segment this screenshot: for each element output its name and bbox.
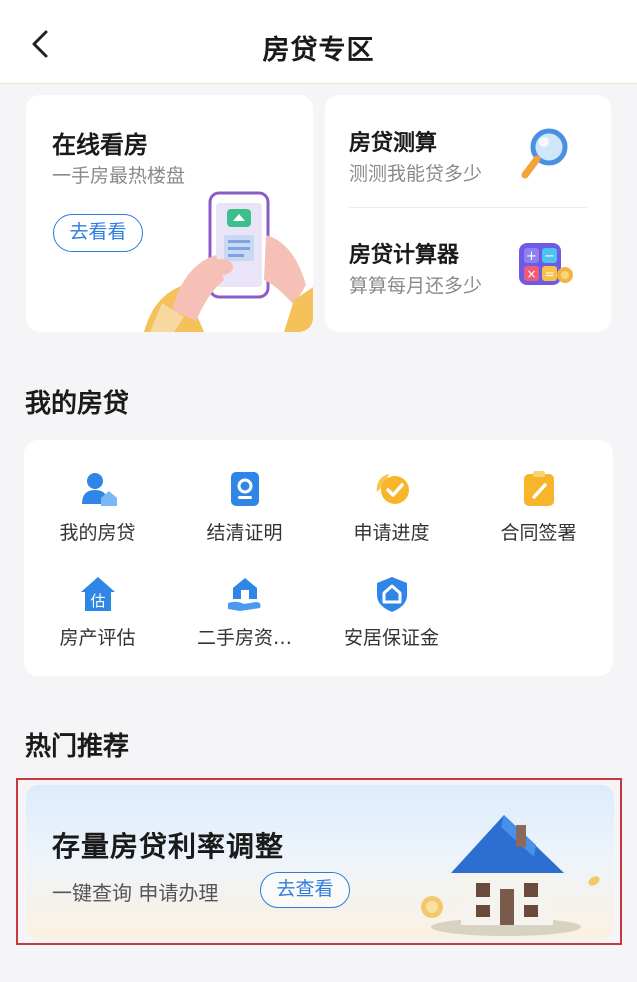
loan-tools-card: 房贷测算 测测我能贷多少 房贷计算器 算算每月还多少 + − × = <box>325 95 611 332</box>
my-loan-label: 我的房贷 <box>59 522 136 544</box>
settlement-certificate-label: 结清证明 <box>206 522 283 544</box>
magnifier-icon <box>521 128 568 179</box>
online-viewing-card[interactable]: 在线看房 一手房最热楼盘 去看看 <box>26 95 313 332</box>
house-hand-icon <box>228 578 261 611</box>
svg-text:×: × <box>526 267 536 281</box>
page-title: 房贷专区 <box>262 35 375 66</box>
svg-text:估: 估 <box>90 592 105 610</box>
online-viewing-title: 在线看房 <box>52 131 148 159</box>
calculator-icon: + − × = <box>519 243 573 285</box>
housing-deposit-label: 安居保证金 <box>343 627 439 649</box>
house-illustration <box>421 815 600 936</box>
property-valuation-label: 房产评估 <box>59 627 136 649</box>
top-bar: 房贷专区 <box>0 0 637 84</box>
svg-text:=: = <box>544 267 554 281</box>
svg-text:+: + <box>526 249 537 264</box>
clipboard-sign-icon <box>524 471 554 506</box>
application-progress-item[interactable]: 申请进度 <box>318 470 465 560</box>
property-valuation-item[interactable]: 估 房产评估 <box>24 575 171 665</box>
house-evaluate-icon: 估 <box>81 577 115 611</box>
my-loan-section-title: 我的房贷 <box>25 389 130 419</box>
phone-in-hands-illustration <box>144 191 313 332</box>
online-viewing-subtitle: 一手房最热楼盘 <box>52 165 186 187</box>
application-progress-label: 申请进度 <box>353 522 430 544</box>
contract-signing-item[interactable]: 合同签署 <box>465 470 612 560</box>
loan-estimate-subtitle: 测测我能贷多少 <box>349 163 483 185</box>
go-see-button[interactable]: 去看看 <box>53 214 143 252</box>
rate-adjustment-subtitle: 一键查询 申请办理 <box>52 881 219 905</box>
user-house-icon <box>82 473 117 506</box>
shield-house-icon <box>377 577 407 612</box>
check-progress-icon <box>376 474 409 504</box>
my-loan-item[interactable]: 我的房贷 <box>24 470 171 560</box>
rate-adjustment-title: 存量房贷利率调整 <box>52 830 285 863</box>
certificate-icon <box>231 472 259 506</box>
rate-adjustment-highlight: 存量房贷利率调整 一键查询 申请办理 去查看 <box>16 778 622 945</box>
my-loan-card: 我的房贷 结清证明 申请进度 合同签署 估 房产评估 二手房资… 安居保证金 <box>24 440 613 676</box>
svg-text:−: − <box>544 249 555 264</box>
rate-adjustment-banner[interactable]: 存量房贷利率调整 一键查询 申请办理 去查看 <box>26 785 614 939</box>
second-hand-house-item[interactable]: 二手房资… <box>171 575 318 665</box>
go-check-button[interactable]: 去查看 <box>260 872 350 908</box>
second-hand-house-label: 二手房资… <box>196 627 292 649</box>
hot-recommend-section-title: 热门推荐 <box>25 732 130 762</box>
contract-signing-label: 合同签署 <box>500 522 577 544</box>
loan-calculator-subtitle: 算算每月还多少 <box>349 275 483 297</box>
loan-estimate-title: 房贷测算 <box>349 131 438 156</box>
loan-estimate-entry[interactable]: 房贷测算 测测我能贷多少 <box>325 95 611 207</box>
housing-deposit-item[interactable]: 安居保证金 <box>318 575 465 665</box>
loan-calculator-entry[interactable]: 房贷计算器 算算每月还多少 + − × = <box>325 207 611 319</box>
loan-calculator-title: 房贷计算器 <box>349 243 460 268</box>
settlement-certificate-item[interactable]: 结清证明 <box>171 470 318 560</box>
